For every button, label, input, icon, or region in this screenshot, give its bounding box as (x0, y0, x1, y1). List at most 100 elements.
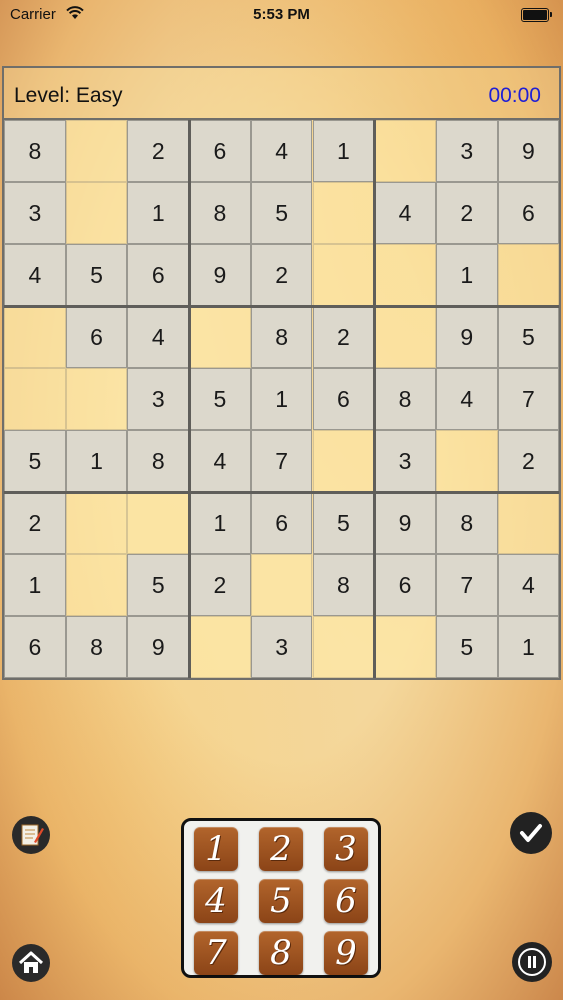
sudoku-cell[interactable] (65, 492, 128, 554)
sudoku-cell[interactable]: 1 (312, 120, 375, 182)
home-button[interactable] (12, 944, 50, 982)
sudoku-cell[interactable]: 5 (250, 182, 313, 244)
sudoku-cell[interactable]: 9 (374, 492, 436, 554)
sudoku-cell[interactable] (312, 616, 375, 678)
sudoku-cell[interactable]: 3 (127, 368, 190, 430)
sudoku-cell[interactable]: 7 (250, 430, 313, 492)
sudoku-cell[interactable]: 8 (312, 554, 375, 616)
sudoku-cell[interactable] (497, 244, 560, 306)
sudoku-cell[interactable]: 5 (127, 554, 190, 616)
sudoku-cell[interactable]: 4 (127, 306, 190, 368)
sudoku-cell[interactable]: 1 (4, 554, 66, 616)
sudoku-cell[interactable] (189, 306, 251, 368)
sudoku-cell[interactable]: 6 (4, 616, 66, 678)
sudoku-cell[interactable]: 4 (374, 182, 436, 244)
sudoku-cell[interactable]: 8 (4, 120, 66, 182)
sudoku-cell[interactable]: 8 (189, 182, 251, 244)
sudoku-cell[interactable]: 9 (497, 120, 560, 182)
home-icon (18, 951, 44, 973)
sudoku-cell[interactable]: 2 (497, 430, 560, 492)
sudoku-cell[interactable] (312, 244, 375, 306)
sudoku-cell[interactable] (374, 120, 436, 182)
sudoku-cell[interactable]: 6 (374, 554, 436, 616)
sudoku-cell[interactable]: 2 (250, 244, 313, 306)
sudoku-cell[interactable] (4, 306, 66, 368)
sudoku-cell[interactable]: 5 (4, 430, 66, 492)
sudoku-cell[interactable]: 6 (250, 492, 313, 554)
sudoku-cell[interactable] (312, 182, 375, 244)
sudoku-cell[interactable] (374, 244, 436, 306)
sudoku-cell[interactable]: 2 (127, 120, 190, 182)
notes-button[interactable] (12, 816, 50, 854)
sudoku-cell[interactable]: 2 (312, 306, 375, 368)
sudoku-cell[interactable] (65, 120, 128, 182)
sudoku-cell[interactable] (65, 368, 128, 430)
sudoku-cell[interactable]: 3 (250, 616, 313, 678)
sudoku-cell[interactable]: 4 (189, 430, 251, 492)
sudoku-cell[interactable]: 5 (65, 244, 128, 306)
keypad-key-2[interactable]: 2 (259, 827, 303, 871)
sudoku-cell[interactable]: 8 (250, 306, 313, 368)
sudoku-cell[interactable]: 4 (497, 554, 560, 616)
sudoku-cell[interactable] (435, 430, 498, 492)
check-button[interactable] (510, 812, 552, 854)
sudoku-cell[interactable] (374, 616, 436, 678)
sudoku-cell[interactable]: 3 (374, 430, 436, 492)
sudoku-cell[interactable] (65, 182, 128, 244)
sudoku-cell[interactable] (189, 616, 251, 678)
sudoku-cell[interactable]: 5 (189, 368, 251, 430)
sudoku-cell[interactable] (374, 306, 436, 368)
number-keypad: 123 456 789 (181, 818, 381, 978)
sudoku-cell[interactable]: 6 (65, 306, 128, 368)
sudoku-cell[interactable]: 1 (65, 430, 128, 492)
sudoku-cell[interactable]: 9 (189, 244, 251, 306)
keypad-key-5[interactable]: 5 (259, 879, 303, 923)
sudoku-cell[interactable]: 7 (497, 368, 560, 430)
sudoku-cell[interactable]: 8 (435, 492, 498, 554)
keypad-key-3[interactable]: 3 (324, 827, 368, 871)
sudoku-cell[interactable]: 8 (65, 616, 128, 678)
sudoku-cell[interactable]: 1 (250, 368, 313, 430)
sudoku-cell[interactable]: 9 (435, 306, 498, 368)
sudoku-cell[interactable]: 4 (435, 368, 498, 430)
sudoku-cell[interactable]: 3 (4, 182, 66, 244)
check-icon (520, 824, 542, 842)
sudoku-cell[interactable]: 1 (189, 492, 251, 554)
pause-button[interactable] (512, 942, 552, 982)
sudoku-cell[interactable]: 5 (312, 492, 375, 554)
sudoku-cell[interactable]: 6 (127, 244, 190, 306)
sudoku-cell[interactable]: 9 (127, 616, 190, 678)
sudoku-cell[interactable]: 1 (497, 616, 560, 678)
sudoku-cell[interactable] (65, 554, 128, 616)
sudoku-cell[interactable]: 6 (312, 368, 375, 430)
keypad-key-6[interactable]: 6 (324, 879, 368, 923)
sudoku-cell[interactable] (497, 492, 560, 554)
sudoku-cell[interactable] (4, 368, 66, 430)
sudoku-cell[interactable] (250, 554, 313, 616)
keypad-key-4[interactable]: 4 (194, 879, 238, 923)
sudoku-cell[interactable]: 1 (435, 244, 498, 306)
sudoku-cell[interactable] (312, 430, 375, 492)
sudoku-cell[interactable]: 2 (189, 554, 251, 616)
sudoku-cell[interactable] (127, 492, 190, 554)
sudoku-cell[interactable]: 5 (435, 616, 498, 678)
notes-icon (21, 824, 44, 846)
sudoku-grid: 8264139318542645692164829535168475184732… (4, 120, 560, 678)
sudoku-cell[interactable]: 7 (435, 554, 498, 616)
sudoku-cell[interactable]: 4 (4, 244, 66, 306)
keypad-key-7[interactable]: 7 (194, 931, 238, 975)
sudoku-cell[interactable]: 3 (435, 120, 498, 182)
sudoku-cell[interactable]: 6 (189, 120, 251, 182)
sudoku-cell[interactable]: 2 (4, 492, 66, 554)
keypad-key-9[interactable]: 9 (324, 931, 368, 975)
sudoku-cell[interactable]: 5 (497, 306, 560, 368)
sudoku-cell[interactable]: 4 (250, 120, 313, 182)
sudoku-cell[interactable]: 8 (127, 430, 190, 492)
keypad-key-8[interactable]: 8 (259, 931, 303, 975)
sudoku-cell[interactable]: 2 (435, 182, 498, 244)
sudoku-board: Level: Easy 00:00 8264139318542645692164… (2, 66, 561, 680)
sudoku-cell[interactable]: 8 (374, 368, 436, 430)
sudoku-cell[interactable]: 1 (127, 182, 190, 244)
sudoku-cell[interactable]: 6 (497, 182, 560, 244)
keypad-key-1[interactable]: 1 (194, 827, 238, 871)
